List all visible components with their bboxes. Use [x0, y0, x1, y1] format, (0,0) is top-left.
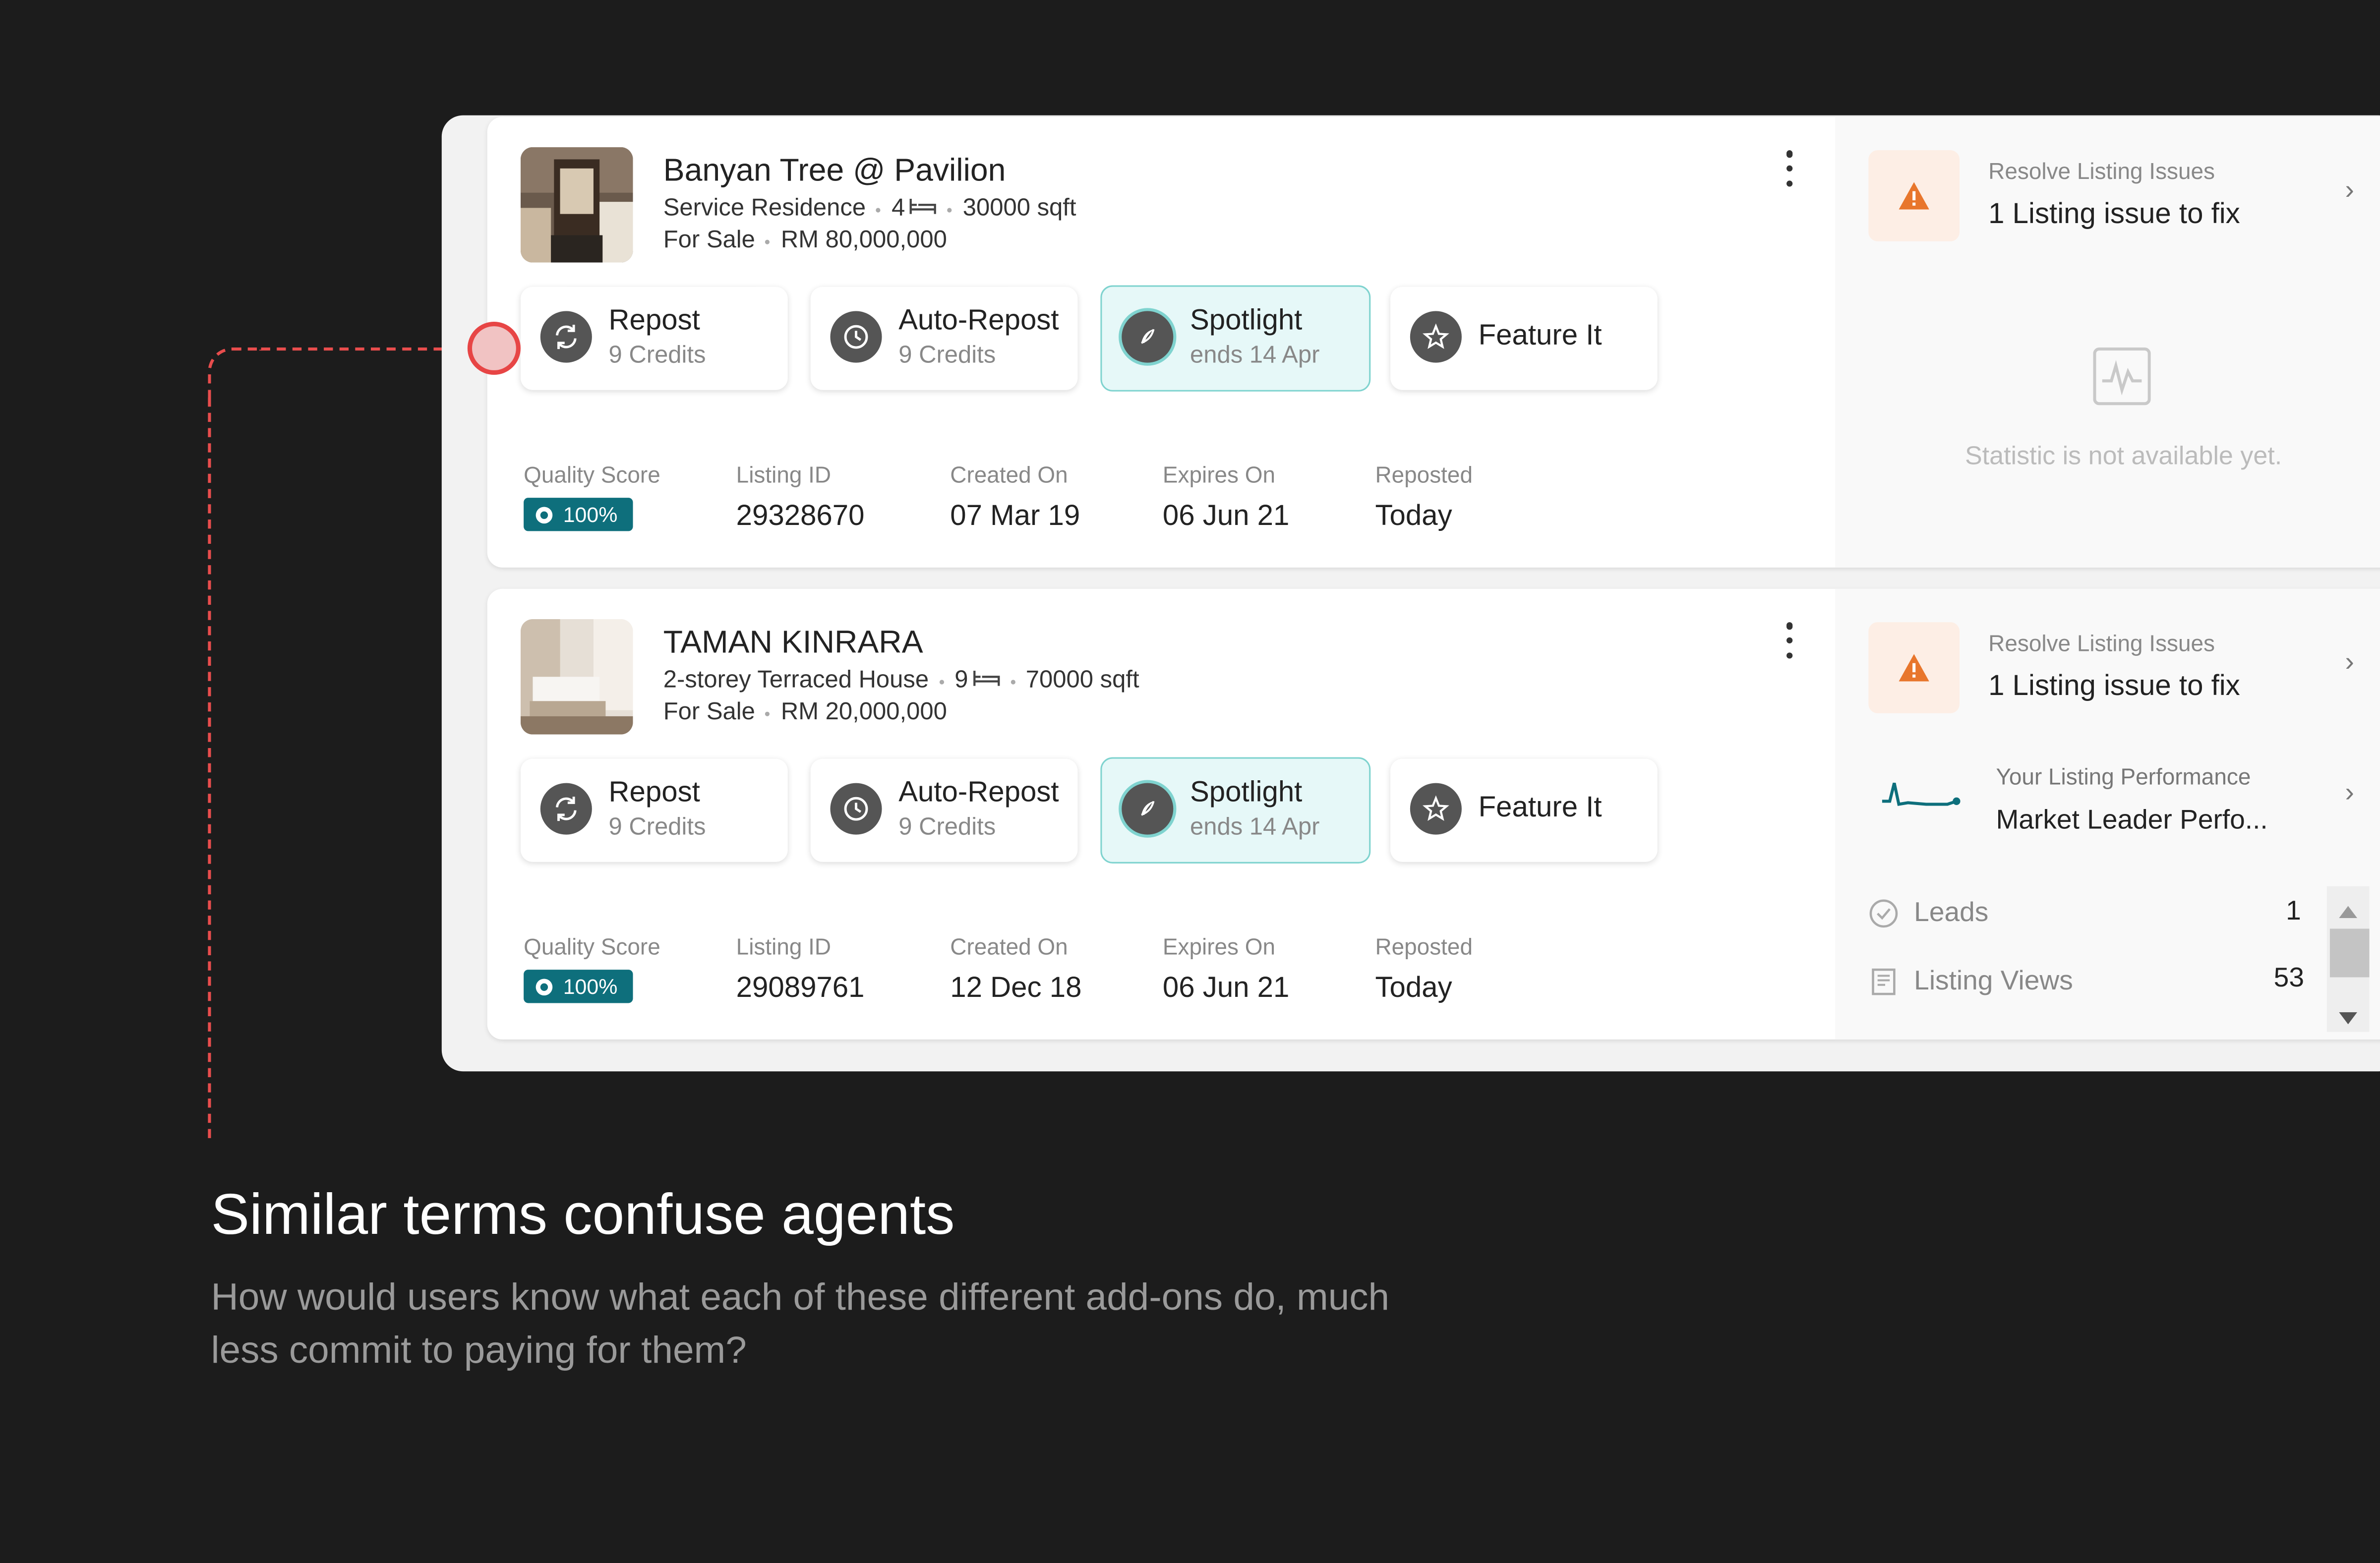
refresh-icon	[540, 311, 592, 363]
leads-row: Leads	[1868, 897, 1988, 928]
bed-icon	[973, 668, 1000, 695]
listing-views-value: 53	[2273, 962, 2304, 993]
floor-size: 70000 sqft	[1025, 667, 1139, 694]
badge-icon	[536, 506, 553, 523]
bedroom-count: 9	[954, 667, 968, 694]
issues-title: Resolve Listing Issues	[1988, 159, 2215, 185]
feature-it-button[interactable]: Feature It	[1390, 758, 1658, 862]
repost-button[interactable]: Repost 9 Credits	[520, 758, 788, 862]
feature-it-button[interactable]: Feature It	[1390, 287, 1658, 390]
listing-title[interactable]: TAMAN KINRARA	[663, 625, 923, 661]
listing-specs: 2-storey Terraced House 9 70000 sqft	[663, 668, 1139, 695]
scroll-up-icon[interactable]	[2339, 898, 2358, 926]
listing-photo[interactable]	[520, 619, 633, 735]
annotation-marker	[467, 321, 521, 375]
repost-button[interactable]: Repost 9 Credits	[520, 287, 788, 390]
spotlight-button[interactable]: Spotlight ends 14 Apr	[1100, 757, 1371, 864]
property-type: Service Residence	[663, 195, 866, 222]
star-icon	[1410, 783, 1462, 835]
quality-score: Quality Score 100%	[524, 463, 660, 531]
listing-id: Listing ID 29328670	[736, 463, 865, 533]
annotation-body: How would users know what each of these …	[211, 1276, 1390, 1372]
listing-specs: Service Residence 4 30000 sqft	[663, 196, 1076, 223]
warning-icon	[1868, 150, 1960, 241]
listing-price-row: For Sale RM 20,000,000	[663, 699, 947, 727]
no-statistic-message: Statistic is not available yet.	[1964, 441, 2282, 470]
listing-views-row: Listing Views	[1868, 965, 2073, 997]
listing-photo[interactable]	[520, 147, 633, 263]
performance-sparkline-icon	[1881, 777, 1965, 818]
listing-views-label: Listing Views	[1914, 965, 2073, 996]
annotation-headline: Similar terms confuse agents	[211, 1183, 955, 1248]
created-on: Created On 12 Dec 18	[950, 934, 1082, 1005]
scroll-down-icon[interactable]	[2339, 1005, 2358, 1032]
listing-side-panel: Resolve Listing Issues 1 Listing issue t…	[1835, 116, 2380, 568]
quality-score-badge: 100%	[524, 970, 633, 1003]
more-options-icon[interactable]	[1781, 150, 1799, 187]
listing-side-panel: Resolve Listing Issues 1 Listing issue t…	[1835, 588, 2380, 1040]
more-options-icon[interactable]	[1781, 622, 1799, 659]
listing-card: Banyan Tree @ Pavilion Service Residence…	[487, 116, 2380, 568]
clock-icon	[830, 311, 882, 363]
star-icon	[1410, 311, 1462, 363]
annotation-connector-corner	[208, 347, 263, 403]
bedroom-count: 4	[892, 195, 905, 222]
expires-on: Expires On 06 Jun 21	[1162, 934, 1290, 1005]
document-icon	[1868, 966, 1899, 996]
refresh-icon	[540, 783, 592, 835]
expires-on: Expires On 06 Jun 21	[1162, 463, 1290, 533]
listing-status: For Sale	[663, 228, 755, 254]
chevron-right-icon[interactable]: ›	[2345, 777, 2354, 809]
reposted: Reposted Today	[1375, 934, 1473, 1005]
chevron-right-icon[interactable]: ›	[2345, 174, 2354, 206]
bed-icon	[910, 196, 937, 223]
check-circle-icon	[1868, 898, 1899, 928]
chevron-right-icon[interactable]: ›	[2345, 646, 2354, 678]
reposted: Reposted Today	[1375, 463, 1473, 533]
quality-score-badge: 100%	[524, 498, 633, 531]
created-on: Created On 07 Mar 19	[950, 463, 1080, 533]
issues-link[interactable]: 1 Listing issue to fix	[1988, 199, 2240, 232]
leads-label: Leads	[1914, 897, 1989, 927]
warning-icon	[1868, 622, 1960, 713]
listings-panel: Banyan Tree @ Pavilion Service Residence…	[441, 115, 2380, 1072]
clock-icon	[830, 783, 882, 835]
rocket-icon	[1122, 311, 1174, 363]
listing-card: TAMAN KINRARA 2-storey Terraced House 9 …	[487, 588, 2380, 1040]
listing-price: RM 80,000,000	[780, 228, 947, 254]
listing-price-row: For Sale RM 80,000,000	[663, 228, 947, 255]
listing-id: Listing ID 29089761	[736, 934, 865, 1005]
rocket-icon	[1122, 783, 1174, 835]
issues-link[interactable]: 1 Listing issue to fix	[1988, 671, 2240, 704]
issues-title: Resolve Listing Issues	[1988, 631, 2215, 657]
metrics-scrollbar[interactable]	[2326, 886, 2370, 1032]
spotlight-button[interactable]: Spotlight ends 14 Apr	[1100, 285, 1371, 392]
leads-value: 1	[2286, 895, 2301, 926]
performance-link[interactable]: Market Leader Perfo...	[1996, 804, 2267, 836]
auto-repost-button[interactable]: Auto-Repost 9 Credits	[810, 758, 1078, 862]
listing-main: TAMAN KINRARA 2-storey Terraced House 9 …	[487, 589, 1835, 1040]
listing-title[interactable]: Banyan Tree @ Pavilion	[663, 153, 1006, 189]
annotation-connector-horizontal	[261, 347, 459, 351]
quality-score: Quality Score 100%	[524, 935, 660, 1003]
performance-title: Your Listing Performance	[1996, 764, 2251, 791]
scrollbar-thumb[interactable]	[2329, 928, 2370, 978]
listing-price: RM 20,000,000	[780, 699, 947, 726]
property-type: 2-storey Terraced House	[663, 667, 929, 694]
chart-placeholder-icon	[2093, 347, 2151, 413]
auto-repost-button[interactable]: Auto-Repost 9 Credits	[810, 287, 1078, 390]
floor-size: 30000 sqft	[962, 195, 1076, 222]
annotation-connector-vertical	[208, 398, 211, 1138]
listing-status: For Sale	[663, 699, 755, 726]
badge-icon	[536, 978, 553, 995]
listing-main: Banyan Tree @ Pavilion Service Residence…	[487, 117, 1835, 568]
